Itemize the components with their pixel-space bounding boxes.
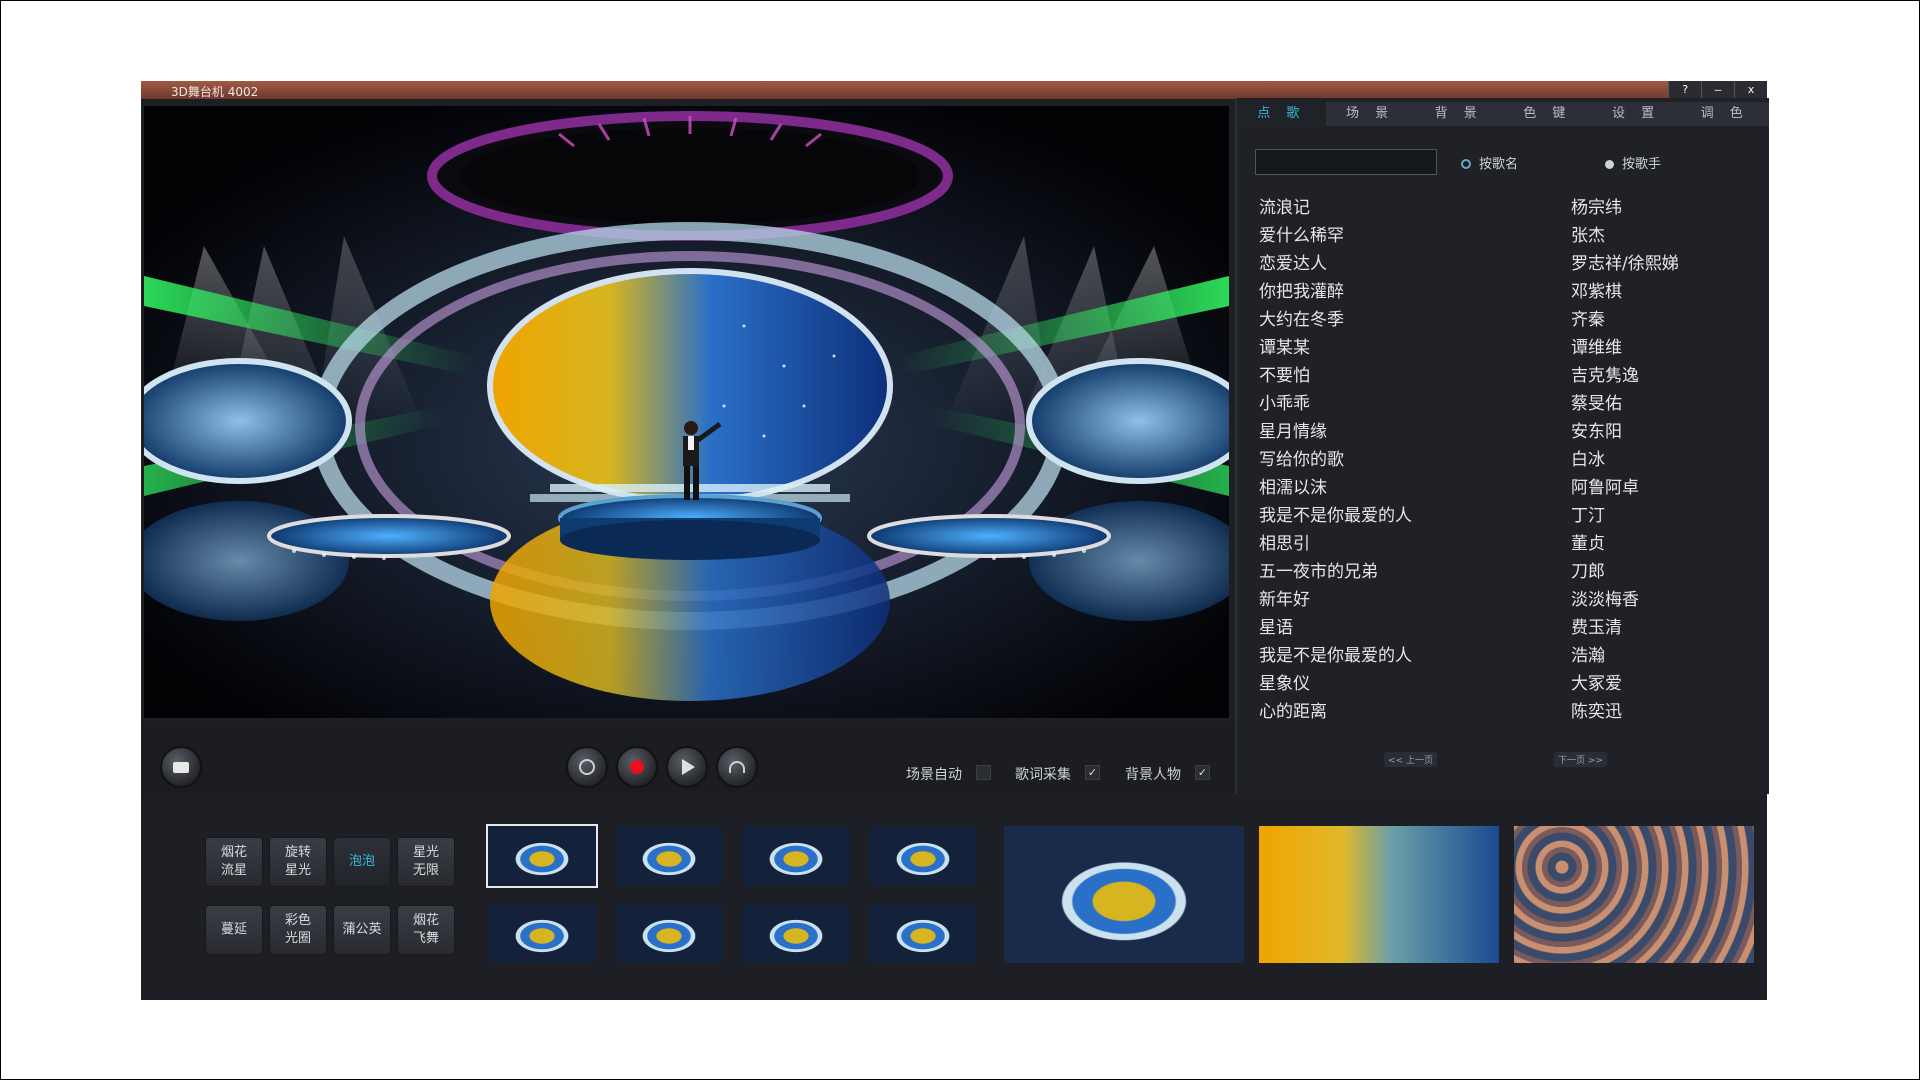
singer-item[interactable]: 费玉清: [1571, 614, 1679, 642]
song-item[interactable]: 心的距离: [1259, 698, 1412, 726]
effect-button[interactable]: 彩色 光圈: [269, 905, 327, 955]
scene-thumbnail[interactable]: [742, 903, 850, 963]
lyrics-capture-checkbox[interactable]: ✓: [1085, 765, 1100, 780]
record-button[interactable]: [617, 747, 657, 787]
tab-scene[interactable]: 场 景: [1326, 102, 1415, 126]
singer-item[interactable]: 齐秦: [1571, 306, 1679, 334]
song-item[interactable]: 不要怕: [1259, 362, 1412, 390]
song-item[interactable]: 相思引: [1259, 530, 1412, 558]
effect-button[interactable]: 蒲公英: [333, 905, 391, 955]
tab-song[interactable]: 点 歌: [1237, 102, 1326, 126]
background-preview[interactable]: [1259, 826, 1499, 963]
scene-auto-checkbox[interactable]: [976, 765, 991, 780]
singer-item[interactable]: 陈奕迅: [1571, 698, 1679, 726]
prev-page-button[interactable]: << 上一页: [1384, 752, 1437, 767]
song-item[interactable]: 爱什么稀罕: [1259, 222, 1412, 250]
tab-chroma-key[interactable]: 色 键: [1503, 102, 1592, 126]
search-input[interactable]: [1255, 149, 1437, 175]
song-item[interactable]: 新年好: [1259, 586, 1412, 614]
singer-item[interactable]: 谭维维: [1571, 334, 1679, 362]
song-item[interactable]: 小乖乖: [1259, 390, 1412, 418]
singer-item[interactable]: 罗志祥/徐熙娣: [1571, 250, 1679, 278]
scene-thumbnail[interactable]: [869, 903, 977, 963]
song-item[interactable]: 五一夜市的兄弟: [1259, 558, 1412, 586]
singer-item[interactable]: 杨宗纬: [1571, 194, 1679, 222]
song-item[interactable]: 我是不是你最爱的人: [1259, 642, 1412, 670]
folder-icon: [173, 761, 189, 773]
song-item[interactable]: 星象仪: [1259, 670, 1412, 698]
song-panel: 点 歌 场 景 背 景 色 键 设 置 调 色 按歌名 按歌手 流浪记 爱什么稀罕…: [1235, 98, 1769, 794]
tab-color-grading[interactable]: 调 色: [1680, 102, 1769, 126]
song-item[interactable]: 大约在冬季: [1259, 306, 1412, 334]
lyrics-capture-label: 歌词采集: [1015, 767, 1071, 783]
headphones-icon: [729, 761, 745, 773]
singer-list: 杨宗纬 张杰 罗志祥/徐熙娣 邓紫棋 齐秦 谭维维 吉克隽逸 蔡旻佑 安东阳 白冰 阿鲁阿卓 丁汀 董贞…: [1571, 194, 1679, 726]
singer-item[interactable]: 吉克隽逸: [1571, 362, 1679, 390]
bg-person-label: 背景人物: [1125, 767, 1181, 783]
singer-item[interactable]: 丁汀: [1571, 502, 1679, 530]
close-button[interactable]: x: [1734, 81, 1767, 99]
effect-button[interactable]: 旋转 星光: [269, 837, 327, 887]
singer-item[interactable]: 阿鲁阿卓: [1571, 474, 1679, 502]
stage-preview[interactable]: [144, 106, 1229, 718]
song-item[interactable]: 恋爱达人: [1259, 250, 1412, 278]
audience-preview[interactable]: [1514, 826, 1754, 963]
scene-thumbnail[interactable]: [488, 903, 596, 963]
singer-item[interactable]: 邓紫棋: [1571, 278, 1679, 306]
record-icon: [630, 760, 644, 774]
next-page-button[interactable]: 下一页 >>: [1554, 752, 1607, 767]
radio-by-singer[interactable]: 按歌手: [1605, 153, 1661, 172]
radio-by-singer-label: 按歌手: [1622, 157, 1662, 172]
song-item[interactable]: 谭某某: [1259, 334, 1412, 362]
globe-icon: [579, 759, 595, 775]
effect-button[interactable]: 烟花 飞舞: [397, 905, 455, 955]
scene-preview-large[interactable]: [1004, 826, 1244, 963]
singer-item[interactable]: 大冢爱: [1571, 670, 1679, 698]
singer-item[interactable]: 张杰: [1571, 222, 1679, 250]
play-button[interactable]: [667, 747, 707, 787]
radio-by-song-label: 按歌名: [1479, 157, 1519, 172]
panel-tabs: 点 歌 场 景 背 景 色 键 设 置 调 色: [1237, 102, 1769, 126]
singer-item[interactable]: 浩瀚: [1571, 642, 1679, 670]
tab-background[interactable]: 背 景: [1414, 102, 1503, 126]
window-title: 3D舞台机 4002: [171, 85, 259, 99]
song-item[interactable]: 星语: [1259, 614, 1412, 642]
help-button[interactable]: ?: [1668, 81, 1701, 99]
play-icon: [682, 759, 695, 775]
radio-by-song[interactable]: 按歌名: [1461, 153, 1518, 172]
globe-button[interactable]: [567, 747, 607, 787]
bg-person-checkbox[interactable]: ✓: [1195, 765, 1210, 780]
effect-button[interactable]: 蔓延: [205, 905, 263, 955]
headphones-button[interactable]: [717, 747, 757, 787]
singer-item[interactable]: 淡淡梅香: [1571, 586, 1679, 614]
scene-thumbnail[interactable]: [869, 826, 977, 886]
singer-item[interactable]: 白冰: [1571, 446, 1679, 474]
tab-settings[interactable]: 设 置: [1592, 102, 1681, 126]
radio-unselected-icon: [1605, 160, 1614, 169]
scene-thumbnail[interactable]: [742, 826, 850, 886]
singer-item[interactable]: 刀郎: [1571, 558, 1679, 586]
scene-thumbnail[interactable]: [615, 826, 723, 886]
song-item[interactable]: 写给你的歌: [1259, 446, 1412, 474]
title-bar[interactable]: 3D舞台机 4002 ? – x: [141, 81, 1767, 99]
singer-item[interactable]: 蔡旻佑: [1571, 390, 1679, 418]
song-item[interactable]: 相濡以沫: [1259, 474, 1412, 502]
scene-thumbnail[interactable]: [486, 824, 598, 888]
singer-item[interactable]: 安东阳: [1571, 418, 1679, 446]
song-item[interactable]: 我是不是你最爱的人: [1259, 502, 1412, 530]
song-item[interactable]: 流浪记: [1259, 194, 1412, 222]
song-item[interactable]: 你把我灌醉: [1259, 278, 1412, 306]
effect-button[interactable]: 星光 无限: [397, 837, 455, 887]
scene-auto-label: 场景自动: [906, 767, 962, 783]
radio-selected-icon: [1461, 159, 1471, 169]
song-item[interactable]: 星月情缘: [1259, 418, 1412, 446]
minimize-button[interactable]: –: [1701, 81, 1734, 99]
scene-thumbnail[interactable]: [615, 903, 723, 963]
song-list: 流浪记 爱什么稀罕 恋爱达人 你把我灌醉 大约在冬季 谭某某 不要怕 小乖乖 星月情缘 写给你的歌…: [1259, 194, 1412, 726]
singer-item[interactable]: 董贞: [1571, 530, 1679, 558]
effect-button[interactable]: 泡泡: [333, 837, 391, 887]
folder-button[interactable]: [161, 747, 201, 787]
effect-button[interactable]: 烟花 流星: [205, 837, 263, 887]
app-window: 3D舞台机 4002 ? – x 场景自动 歌词采集 ✓ 背景人物 ✓ 点 歌 …: [141, 81, 1769, 1000]
